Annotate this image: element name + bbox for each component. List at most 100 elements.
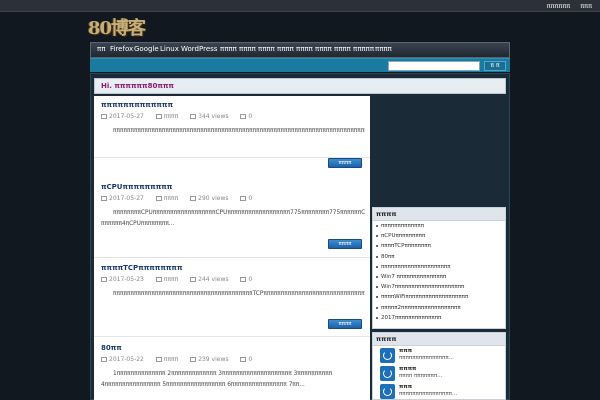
post-excerpt: ππππππππππππππππππππππππππππππππππππππππ… xyxy=(113,291,365,297)
post-list: πππππππππππππ 2017-05-27 ππππ 344 views … xyxy=(94,96,370,400)
post-excerpt: ππππππππCPUππππππππππππππππππCPUππππππππ… xyxy=(101,210,365,227)
post-views: 290 views xyxy=(198,195,229,202)
nav-item-9[interactable]: ππππ xyxy=(277,45,294,53)
site-logo[interactable]: 80博客 xyxy=(88,14,148,39)
views-icon xyxy=(190,114,197,119)
post-comments[interactable]: 0 xyxy=(248,276,252,283)
comment-text: ππππππππππππππππ... xyxy=(399,391,458,397)
search-button[interactable]: π π xyxy=(484,61,506,71)
post-category[interactable]: ππππ xyxy=(164,276,178,283)
nav-item-home[interactable]: ππ xyxy=(97,45,105,53)
comment-icon xyxy=(240,277,247,282)
top-links: ππππππ πππ xyxy=(539,2,592,10)
recent-post-link[interactable]: ππππTCPππππππππ xyxy=(373,241,505,251)
post-comments[interactable]: 0 xyxy=(248,356,252,363)
recent-post-link[interactable]: πππππππππππππππππππππ xyxy=(373,262,505,272)
views-icon xyxy=(190,277,197,282)
post-meta: 2017-05-22 ππππ 239 views 0 xyxy=(101,356,262,363)
nav-item-6[interactable]: ππππ xyxy=(220,45,237,53)
read-more-button[interactable]: ππππ xyxy=(328,239,362,249)
widget-title: ππππ xyxy=(373,333,505,346)
comment-icon xyxy=(240,196,247,201)
calendar-icon xyxy=(101,196,107,201)
main-nav: ππ Firefox Google Linux WordPress ππππ π… xyxy=(90,42,510,58)
greeting-bar: Hi. ππππππ80πππ xyxy=(94,78,506,94)
post-comments[interactable]: 0 xyxy=(248,195,252,202)
post-item: 80ππ 2017-05-22 ππππ 239 views 0 1ππππππ… xyxy=(94,339,370,400)
post-meta: 2017-05-23 ππππ 244 views 0 xyxy=(101,276,262,283)
recent-comments-widget: ππππ πππ πππππππππππππππ... ππππ ππππ ππ… xyxy=(372,332,506,400)
search-bar: π π xyxy=(90,58,510,72)
post-views: 239 views xyxy=(198,356,229,363)
nav-item-google[interactable]: Google xyxy=(134,45,159,53)
avatar xyxy=(380,348,395,363)
post-category[interactable]: ππππ xyxy=(164,113,178,120)
folder-icon xyxy=(155,114,162,119)
comment-item[interactable]: ππππ ππππ πππππππ... xyxy=(373,364,505,382)
post-views: 344 views xyxy=(198,113,229,120)
nav-item-8[interactable]: ππππ xyxy=(258,45,275,53)
comment-author: πππ xyxy=(399,384,413,390)
nav-item-wordpress[interactable]: WordPress xyxy=(181,45,217,53)
comment-icon xyxy=(240,357,247,362)
comment-author: ππππ xyxy=(399,366,417,372)
comment-text: πππππππππππππππ... xyxy=(399,355,454,361)
views-icon xyxy=(190,357,197,362)
recent-post-link[interactable]: πππππππππππππ xyxy=(373,221,505,231)
nav-item-firefox[interactable]: Firefox xyxy=(110,45,133,53)
post-excerpt: ππππππππππππππππππππππππππππππππππππππππ… xyxy=(113,128,365,134)
nav-item-11[interactable]: ππππ xyxy=(315,45,332,53)
comment-text: ππππ πππππππ... xyxy=(399,373,443,379)
recent-post-link[interactable]: ππππWiFiπππππππππππππππππππ xyxy=(373,292,505,302)
search-input[interactable] xyxy=(388,61,480,71)
post-date: 2017-05-27 xyxy=(109,113,144,120)
nav-item-linux[interactable]: Linux xyxy=(160,45,179,53)
post-excerpt: 1ππππππππππππππ 2πππππππππππππ 3ππππππππ… xyxy=(101,371,333,388)
comment-author: πππ xyxy=(399,348,413,354)
post-title[interactable]: ππππTCPππππππππ xyxy=(101,264,183,272)
avatar xyxy=(380,366,395,381)
post-title[interactable]: πππππππππππππ xyxy=(101,101,173,109)
widget-title: ππππ xyxy=(373,208,505,221)
nav-item-13[interactable]: πππππ xyxy=(353,45,374,53)
post-item: πππππππππππππ 2017-05-27 ππππ 344 views … xyxy=(94,96,370,168)
views-icon xyxy=(190,196,197,201)
sidebar-blank xyxy=(372,96,506,204)
calendar-icon xyxy=(101,357,107,362)
top-bar: ππππππ πππ xyxy=(0,0,600,12)
post-meta: 2017-05-27 ππππ 290 views 0 xyxy=(101,195,262,202)
post-meta: 2017-05-27 ππππ 344 views 0 xyxy=(101,113,262,120)
top-link-2[interactable]: πππ xyxy=(580,2,592,10)
post-category[interactable]: ππππ xyxy=(164,356,178,363)
greeting-text: Hi. ππππππ80πππ xyxy=(101,82,174,90)
calendar-icon xyxy=(101,114,107,119)
read-more-button[interactable]: ππππ xyxy=(328,158,362,168)
avatar xyxy=(380,384,395,399)
folder-icon xyxy=(155,277,162,282)
post-category[interactable]: ππππ xyxy=(164,195,178,202)
comment-item[interactable]: πππ ππππππππππππππππ... xyxy=(373,382,505,400)
recent-post-link[interactable]: Win7 πππππππππππππππ xyxy=(373,272,505,282)
folder-icon xyxy=(155,196,162,201)
post-comments[interactable]: 0 xyxy=(248,113,252,120)
comment-item[interactable]: πππ πππππππππππππππ... xyxy=(373,346,505,364)
post-views: 244 views xyxy=(198,276,229,283)
top-link-1[interactable]: ππππππ xyxy=(547,2,570,10)
post-title[interactable]: πCPUπππππππππ xyxy=(101,183,172,191)
recent-post-link[interactable]: πππππ2ππππππππππππππππππ xyxy=(373,303,505,313)
nav-item-12[interactable]: ππππ xyxy=(334,45,351,53)
read-more-button[interactable]: ππππ xyxy=(328,319,362,329)
post-date: 2017-05-22 xyxy=(109,356,144,363)
folder-icon xyxy=(155,357,162,362)
nav-item-14[interactable]: ππππ xyxy=(375,45,392,53)
comment-icon xyxy=(240,114,247,119)
recent-post-link[interactable]: πCPUπππππππππ xyxy=(373,231,505,241)
recent-post-link[interactable]: 80ππ xyxy=(373,252,505,262)
recent-post-link[interactable]: Win7πππππππππππππππππππππ xyxy=(373,282,505,292)
post-item: πCPUπππππππππ 2017-05-27 ππππ 290 views … xyxy=(94,178,370,258)
post-item: ππππTCPππππππππ 2017-05-23 ππππ 244 view… xyxy=(94,259,370,337)
post-title[interactable]: 80ππ xyxy=(101,344,122,352)
recent-post-link[interactable]: 2017ππππππππππππππ xyxy=(373,313,505,323)
nav-item-7[interactable]: ππππ xyxy=(239,45,256,53)
nav-item-10[interactable]: ππππ xyxy=(296,45,313,53)
